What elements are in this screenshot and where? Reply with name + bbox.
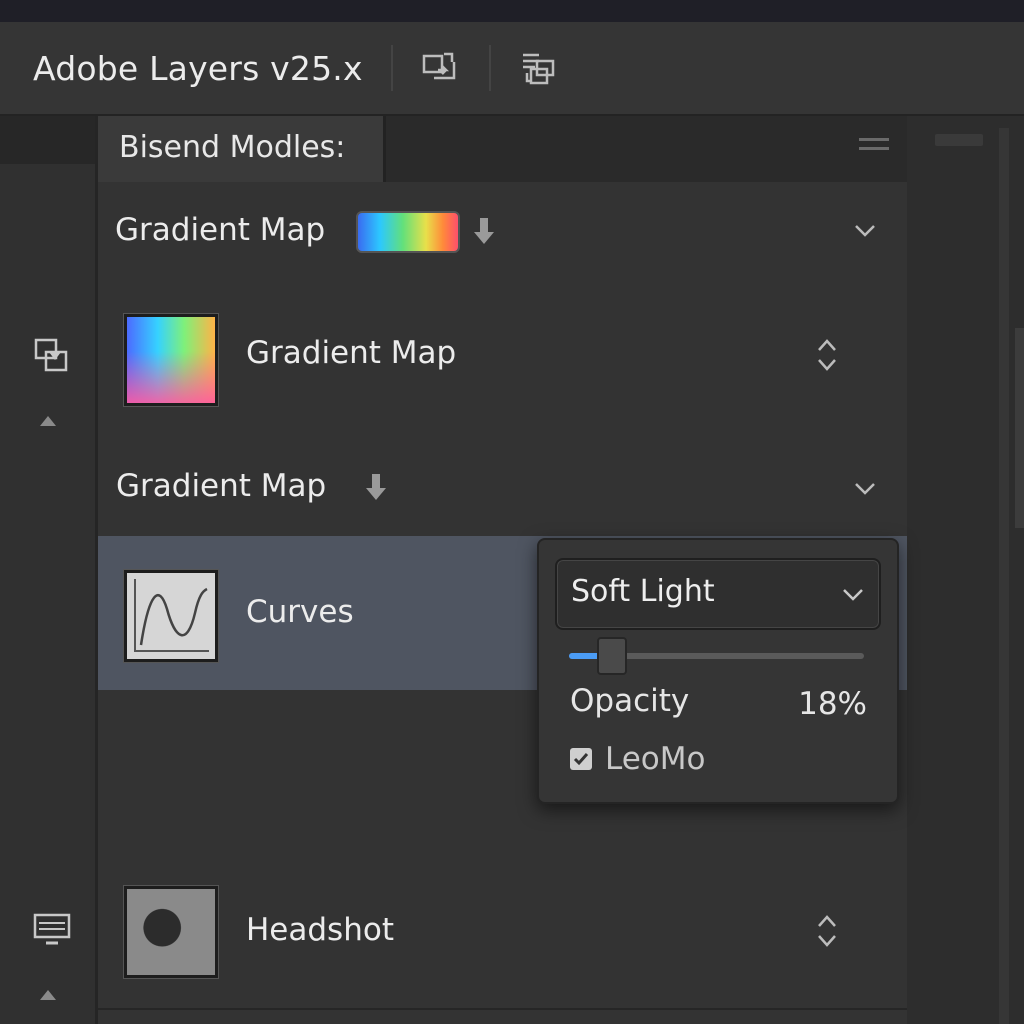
app-title: Adobe Layers v25.x [33, 48, 363, 88]
layer-stack-icon[interactable] [515, 45, 561, 91]
chevron-down-icon[interactable] [853, 218, 877, 242]
up-down-chevron-icon[interactable] [815, 912, 839, 950]
panel-menu-icon[interactable] [859, 138, 889, 156]
gradient-swatch[interactable] [356, 211, 460, 253]
title-separator [390, 45, 393, 91]
down-arrow-icon [474, 218, 494, 244]
gutter-tab [935, 134, 983, 146]
panel-tab[interactable]: Bisend Modles: [98, 116, 386, 182]
layer-row-label: Gradient Map [246, 335, 457, 371]
panel-header: Bisend Modles: [98, 116, 907, 182]
scrollbar-thumb[interactable] [1015, 328, 1024, 528]
app-window: Adobe Layers v25.x Bisend Modles: Gradie… [0, 0, 1024, 1024]
chevron-down-icon [843, 589, 863, 601]
opacity-label: Opacity [570, 683, 690, 719]
up-down-chevron-icon[interactable] [815, 336, 839, 374]
top-strip [0, 0, 1024, 22]
opacity-slider[interactable] [569, 637, 864, 675]
blend-options-popup: Soft Light Opacity 18% LeoMo [537, 538, 899, 804]
layer-row-gradient-map[interactable]: Gradient Map [98, 278, 907, 436]
panel-tab-label: Bisend Modles: [119, 130, 346, 165]
opacity-slider-handle[interactable] [597, 637, 628, 675]
layer-mask-icon[interactable] [28, 332, 76, 380]
monitor-icon[interactable] [28, 906, 76, 954]
layer-row-label: Gradient Map [115, 212, 326, 248]
chevron-down-icon[interactable] [853, 476, 877, 500]
left-tool-rail [0, 116, 98, 1024]
checkmark-icon [573, 753, 589, 766]
rail-collapse-up-icon[interactable] [40, 416, 56, 426]
opacity-value[interactable]: 18% [798, 686, 867, 722]
layer-row-label: Gradient Map [116, 468, 327, 504]
layer-row-label: Headshot [246, 912, 394, 948]
title-bar: Adobe Layers v25.x [0, 22, 1024, 116]
scrollbar-track[interactable] [999, 128, 1009, 1024]
title-separator-2 [488, 45, 491, 91]
layer-thumbnail-curves [124, 570, 218, 662]
layer-thumbnail-headshot [124, 886, 218, 978]
blend-mode-dropdown[interactable]: Soft Light [555, 558, 881, 630]
layer-row-label: Curves [246, 594, 354, 630]
down-arrow-icon [366, 474, 386, 500]
layer-row-headshot[interactable]: Headshot [98, 852, 907, 1010]
layer-swap-icon[interactable] [417, 45, 463, 91]
leomo-checkbox[interactable] [570, 748, 592, 770]
rail-collapse-up-icon-2[interactable] [40, 990, 56, 1000]
layer-row-gradient-map-header[interactable]: Gradient Map [98, 182, 907, 280]
layer-thumbnail-gradient [124, 314, 218, 406]
rail-header [0, 116, 95, 164]
layer-row-gradient-map-group[interactable]: Gradient Map [98, 434, 907, 538]
right-gutter [907, 116, 1024, 1024]
leomo-checkbox-label: LeoMo [605, 741, 706, 777]
blend-mode-value: Soft Light [571, 574, 715, 609]
